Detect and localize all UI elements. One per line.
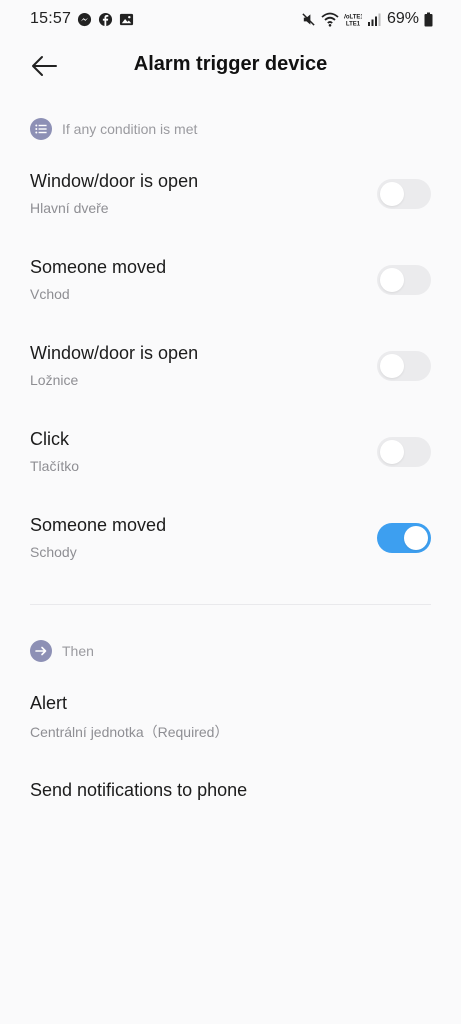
status-time: 15:57 bbox=[30, 10, 72, 27]
condition-row[interactable]: Click Tlačítko bbox=[0, 429, 461, 501]
condition-device: Vchod bbox=[30, 286, 70, 302]
svg-text:LTE1: LTE1 bbox=[346, 21, 361, 27]
conditions-section-header: If any condition is met bbox=[30, 118, 197, 140]
condition-toggle[interactable] bbox=[377, 179, 431, 209]
status-bar-right: VoLTE1 LTE1 69% bbox=[296, 10, 433, 28]
screen: 15:57 oLTE LTE1 69% Alarm trigger device… bbox=[0, 0, 461, 1024]
list-icon bbox=[30, 118, 52, 140]
action-row[interactable]: Send notifications to phone bbox=[0, 780, 461, 820]
condition-title: Someone moved bbox=[30, 257, 167, 277]
signal-icon bbox=[367, 12, 381, 27]
gallery-icon bbox=[119, 12, 134, 27]
condition-title: Window/door is open bbox=[30, 171, 199, 191]
condition-row[interactable]: Someone moved Schody bbox=[0, 515, 461, 587]
battery-percent: 69% bbox=[386, 10, 419, 27]
condition-title: Window/door is open bbox=[30, 343, 199, 363]
actions-section-label: Then bbox=[62, 643, 94, 659]
conditions-section-label: If any condition is met bbox=[62, 121, 198, 137]
condition-device: Hlavní dveře bbox=[30, 200, 109, 216]
volte-icon: VoLTE1 LTE1 bbox=[344, 12, 362, 27]
condition-toggle[interactable] bbox=[377, 265, 431, 295]
actions-section-header: Then bbox=[30, 640, 94, 662]
condition-toggle[interactable] bbox=[377, 351, 431, 381]
status-bar: 15:57 oLTE LTE1 69% bbox=[0, 0, 461, 38]
condition-title: Someone moved bbox=[30, 515, 167, 535]
action-title: Send notifications to phone bbox=[30, 780, 248, 800]
toggle-knob bbox=[404, 526, 428, 550]
arrow-right-icon bbox=[30, 640, 52, 662]
status-bar-left: 15:57 bbox=[30, 10, 134, 28]
messenger-icon bbox=[77, 12, 92, 27]
toggle-knob bbox=[380, 440, 404, 464]
battery-icon bbox=[424, 12, 433, 27]
condition-device: Schody bbox=[30, 544, 77, 560]
condition-toggle[interactable] bbox=[377, 437, 431, 467]
page-title: Alarm trigger device bbox=[133, 53, 328, 75]
mute-icon bbox=[301, 12, 316, 27]
action-device: Centrální jednotka（Required） bbox=[30, 724, 229, 740]
condition-row[interactable]: Window/door is open Ložnice bbox=[0, 343, 461, 415]
facebook-icon bbox=[98, 12, 113, 27]
toggle-knob bbox=[380, 268, 404, 292]
action-title: Alert bbox=[30, 693, 68, 713]
action-row[interactable]: Alert Centrální jednotka（Required） bbox=[0, 693, 461, 765]
wifi-icon bbox=[321, 12, 339, 27]
svg-text:VoLTE1: VoLTE1 bbox=[344, 14, 362, 20]
condition-toggle[interactable] bbox=[377, 523, 431, 553]
condition-row[interactable]: Window/door is open Hlavní dveře bbox=[0, 171, 461, 243]
condition-device: Tlačítko bbox=[30, 458, 80, 474]
header: Alarm trigger device bbox=[0, 44, 461, 88]
condition-title: Click bbox=[30, 429, 69, 449]
toggle-knob bbox=[380, 182, 404, 206]
section-divider bbox=[30, 604, 431, 605]
toggle-knob bbox=[380, 354, 404, 378]
condition-device: Ložnice bbox=[30, 372, 79, 388]
condition-row[interactable]: Someone moved Vchod bbox=[0, 257, 461, 329]
